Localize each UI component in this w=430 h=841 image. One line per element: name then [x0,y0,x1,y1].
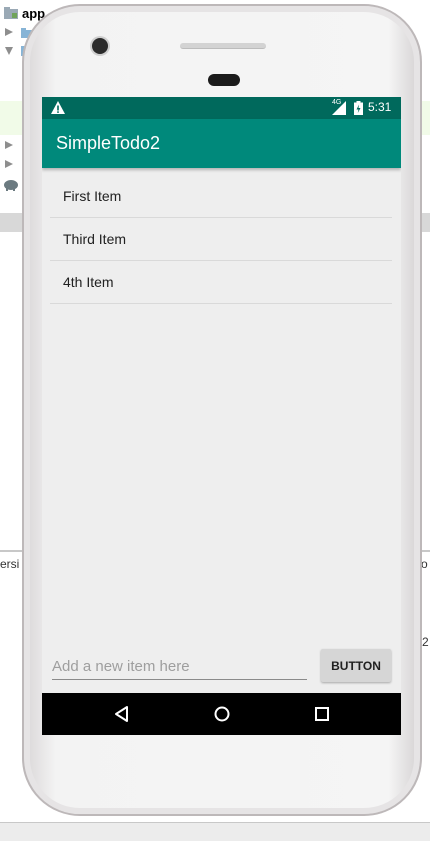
list-item[interactable]: First Item [50,175,392,218]
warning-icon [51,101,65,114]
gradle-elephant-icon [4,180,18,191]
list-item-label: First Item [63,188,122,204]
navigation-bar [42,693,401,735]
list-item-label: 4th Item [63,274,114,290]
app-title: SimpleTodo2 [56,133,161,153]
proximity-sensor [208,74,240,86]
tree-expand-arrow-icon[interactable] [5,160,13,168]
list-item-label: Third Item [63,231,127,247]
home-circle-icon[interactable] [212,704,232,724]
ide-bottom-tab-label[interactable]: ersi [0,557,19,571]
ide-side-number: 2 [422,635,429,649]
list-item[interactable]: 4th Item [50,261,392,304]
status-bar: 4G 5:31 [42,97,401,119]
ide-bottom-right-label: o [421,557,428,571]
phone-screen: 4G 5:31 SimpleTodo2 First Item Third Ite… [42,97,401,735]
recents-square-icon[interactable] [312,704,332,724]
tree-expand-arrow-icon[interactable] [5,141,13,149]
battery-icon [354,101,363,115]
module-folder-icon [4,7,18,19]
back-triangle-icon[interactable] [112,704,132,724]
status-time: 5:31 [368,100,392,114]
ide-status-strip [0,822,430,841]
todo-list: First Item Third Item 4th Item [50,175,392,304]
app-bar: SimpleTodo2 [42,119,401,168]
list-item[interactable]: Third Item [50,218,392,261]
tree-expand-arrow-icon[interactable] [5,28,13,36]
tree-collapse-arrow-icon[interactable] [5,47,13,55]
front-camera-icon [92,38,108,54]
new-item-input[interactable] [52,653,307,680]
network-type-label: 4G [332,99,342,106]
earpiece-speaker [180,43,266,49]
add-item-button[interactable]: BUTTON [321,649,391,682]
